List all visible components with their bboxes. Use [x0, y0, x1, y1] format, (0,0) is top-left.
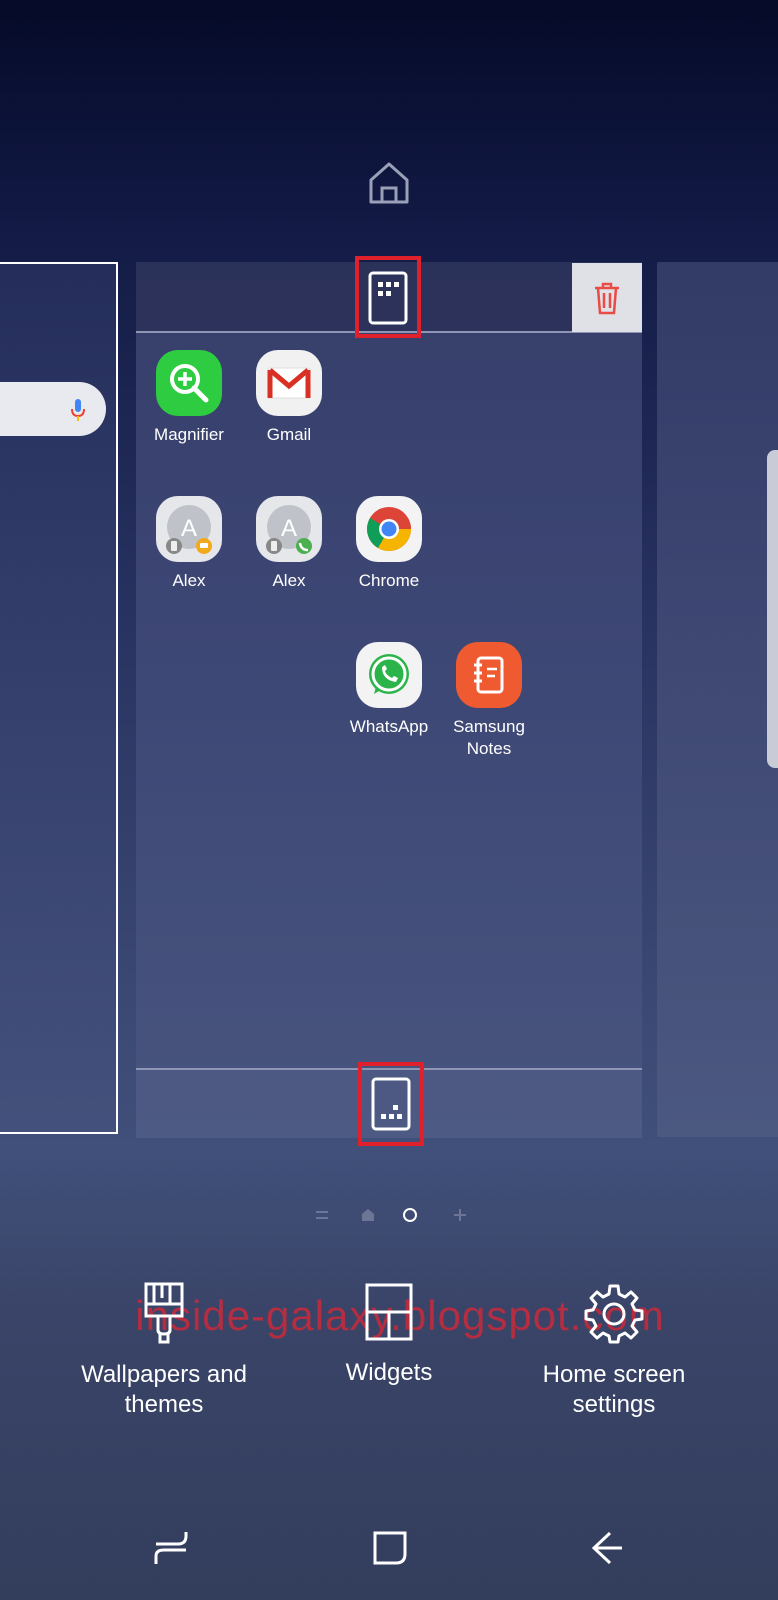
app-label: Samsung Notes [453, 717, 525, 758]
app-label: Chrome [358, 571, 420, 590]
gmail-icon [256, 350, 322, 416]
back-button[interactable] [590, 1530, 626, 1566]
app-samsung-notes[interactable]: Samsung Notes [439, 642, 539, 760]
app-label: Alex [272, 571, 306, 590]
app-whatsapp[interactable]: WhatsApp [339, 642, 439, 738]
edge-panel-handle[interactable] [767, 450, 778, 768]
default-home-icon [367, 160, 411, 206]
app-chrome[interactable]: Chrome [339, 496, 439, 592]
highlight-box-top [355, 256, 421, 338]
paint-brush-icon [138, 1282, 190, 1344]
contact-call-icon: A [256, 496, 322, 562]
widgets-label: Widgets [345, 1359, 433, 1386]
svg-text:A: A [281, 515, 297, 542]
highlight-box-bottom [358, 1062, 424, 1146]
home-button[interactable] [372, 1530, 408, 1566]
home-settings-label: Home screen settings [542, 1361, 686, 1418]
app-gmail[interactable]: Gmail [239, 350, 339, 446]
app-label: Alex [172, 571, 206, 590]
chrome-icon [356, 496, 422, 562]
samsung-notes-icon [456, 642, 522, 708]
app-label: Magnifier [154, 425, 224, 444]
delete-page-button[interactable] [572, 263, 642, 332]
contact-message-icon: A [156, 496, 222, 562]
right-home-page[interactable] [657, 262, 778, 1137]
wallpapers-label: Wallpapers and themes [81, 1361, 247, 1418]
magnifier-icon [156, 350, 222, 416]
whatsapp-icon [356, 642, 422, 708]
app-contact-alex-message[interactable]: A Alex [139, 496, 239, 592]
app-contact-alex-call[interactable]: A Alex [239, 496, 339, 592]
widgets-button[interactable]: Widgets [279, 1282, 499, 1388]
recent-apps-icon[interactable] [154, 1530, 190, 1566]
app-magnifier[interactable]: Magnifier [139, 350, 239, 446]
trash-icon [592, 280, 622, 316]
svg-text:A: A [181, 515, 197, 542]
app-label: Gmail [266, 425, 312, 444]
gear-icon [583, 1282, 645, 1344]
page-indicator [312, 1205, 472, 1225]
wallpapers-themes-button[interactable]: Wallpapers and themes [54, 1282, 274, 1420]
widgets-icon [364, 1282, 414, 1342]
app-label: WhatsApp [349, 717, 429, 736]
google-search-widget[interactable] [0, 382, 106, 436]
mic-icon[interactable] [70, 398, 86, 422]
home-screen-settings-button[interactable]: Home screen settings [504, 1282, 724, 1420]
